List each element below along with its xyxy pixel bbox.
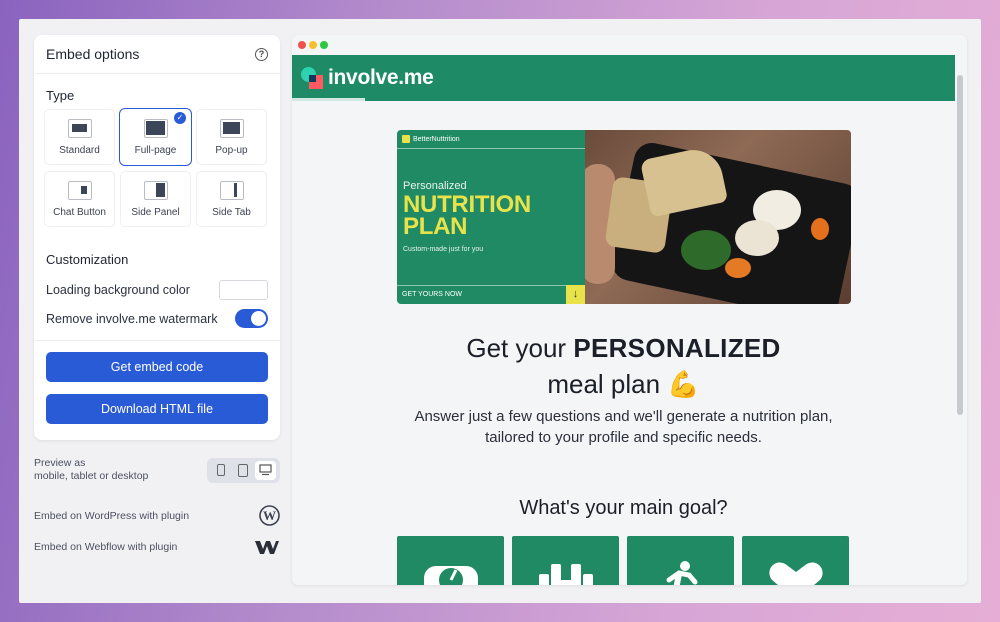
help-icon[interactable]: ? [255, 47, 268, 61]
preview-device-label: Preview as mobile, tablet or desktop [34, 457, 148, 483]
maximize-dot-icon [320, 40, 328, 49]
type-label: Side Panel [131, 207, 180, 218]
wordpress-icon: W [259, 505, 280, 526]
watermark-label: Remove involve.me watermark [46, 311, 218, 326]
divider [34, 340, 280, 341]
headline-line2: meal plan 💪 [547, 369, 700, 399]
type-label: Full-page [134, 145, 177, 156]
hero-cta: GET YOURS NOW [397, 285, 585, 304]
arrow-down-icon: ↓ [566, 285, 585, 304]
webflow-label: Embed on Webflow with plugin [34, 541, 178, 553]
hero-brand-name: BetterNuttrition [413, 135, 460, 143]
goal-card-scale[interactable] [397, 536, 504, 585]
preview-window: involve.me BetterNuttrition Personalized… [292, 35, 967, 585]
svg-text:W: W [263, 508, 276, 523]
window-controls [292, 35, 967, 54]
brand-name: involve.me [328, 66, 434, 89]
phone-icon [217, 464, 226, 476]
type-option-chat-button[interactable]: Chat Button [43, 170, 116, 228]
dumbbell-icon [538, 564, 593, 585]
goal-question: What's your main goal? [519, 497, 728, 519]
preview-scrollbar[interactable] [957, 75, 963, 415]
device-switch [207, 457, 280, 483]
type-option-side-tab[interactable]: Side Tab [195, 170, 268, 228]
hero-food-image [585, 130, 851, 304]
hero-title-line2: PLAN [403, 213, 468, 240]
pop-up-thumb-icon [219, 119, 244, 138]
goal-card-fitness[interactable] [627, 536, 734, 585]
watermark-toggle[interactable] [235, 309, 268, 328]
loading-bg-row: Loading background color [34, 280, 280, 300]
preview-label-line1: Preview as [34, 457, 86, 469]
panel-header: Embed options ? [34, 35, 280, 74]
type-option-side-panel[interactable]: Side Panel [119, 170, 192, 228]
desktop-icon [259, 464, 272, 476]
side-tab-thumb-icon [219, 181, 244, 200]
goal-card-strength[interactable] [512, 536, 619, 585]
chat-button-thumb-icon [67, 181, 92, 200]
running-icon [666, 561, 697, 585]
type-label: Chat Button [53, 207, 106, 218]
webflow-icon [255, 541, 279, 554]
customization-heading: Customization [46, 252, 129, 267]
embed-options-panel: Embed options ? Type Standard ✓ Full-pag… [34, 35, 280, 440]
wordpress-row[interactable]: Embed on WordPress with plugin W [34, 505, 280, 526]
wordpress-label: Embed on WordPress with plugin [34, 509, 190, 522]
embed-type-grid: Standard ✓ Full-page Pop-up Chat Button [34, 103, 280, 228]
scale-icon [423, 566, 478, 585]
minimize-dot-icon [309, 40, 317, 49]
type-label: Standard [59, 145, 100, 156]
embed-extras: Preview as mobile, tablet or desktop Emb… [34, 457, 280, 555]
page-description: Answer just a few questions and we'll ge… [414, 408, 833, 446]
type-option-pop-up[interactable]: Pop-up [195, 108, 268, 166]
check-icon: ✓ [174, 112, 186, 124]
type-label: Side Tab [212, 207, 251, 218]
hero-divider [397, 148, 585, 149]
mobile-preview-button[interactable] [211, 461, 232, 480]
brand-header: involve.me [292, 55, 955, 101]
app-canvas: Embed options ? Type Standard ✓ Full-pag… [19, 19, 981, 603]
headline-bold: PERSONALIZED [573, 333, 781, 363]
standard-thumb-icon [67, 119, 92, 138]
involveme-logo-icon [301, 67, 323, 89]
hero-tagline: Custom-made just for you [403, 246, 484, 253]
hero-brand-icon [402, 135, 410, 143]
desktop-preview-button[interactable] [255, 460, 277, 480]
page-headline: Get your PERSONALIZED meal plan 💪 [292, 330, 955, 402]
tablet-icon [238, 463, 249, 477]
watermark-row: Remove involve.me watermark [34, 309, 280, 328]
get-embed-code-button[interactable]: Get embed code [46, 352, 268, 382]
preview-device-row: Preview as mobile, tablet or desktop [34, 457, 280, 483]
side-panel-thumb-icon [143, 181, 168, 200]
download-html-button[interactable]: Download HTML file [46, 394, 268, 424]
loading-bg-label: Loading background color [46, 283, 190, 297]
goal-options [397, 536, 849, 585]
type-option-full-page[interactable]: ✓ Full-page [119, 108, 192, 166]
hero-title: NUTRITION PLAN [403, 193, 531, 240]
heart-icon [768, 562, 823, 585]
goal-card-health[interactable] [742, 536, 849, 585]
full-page-thumb-icon [143, 119, 168, 138]
tablet-preview-button[interactable] [233, 461, 254, 480]
hero-brand: BetterNuttrition [402, 135, 460, 143]
hero-banner: BetterNuttrition Personalized NUTRITION … [397, 130, 851, 304]
loading-bg-color-picker[interactable] [219, 280, 268, 300]
type-heading: Type [46, 88, 75, 103]
progress-bar [292, 98, 365, 101]
headline-prefix: Get your [466, 333, 574, 363]
webflow-row[interactable]: Embed on Webflow with plugin [34, 539, 280, 555]
type-label: Pop-up [215, 145, 248, 156]
hero-text-panel: BetterNuttrition Personalized NUTRITION … [397, 130, 585, 304]
close-dot-icon [298, 40, 306, 49]
scrollbar-thumb[interactable] [957, 75, 963, 415]
panel-title: Embed options [46, 46, 140, 62]
type-option-standard[interactable]: Standard [43, 108, 116, 166]
preview-label-line2: mobile, tablet or desktop [34, 470, 149, 482]
